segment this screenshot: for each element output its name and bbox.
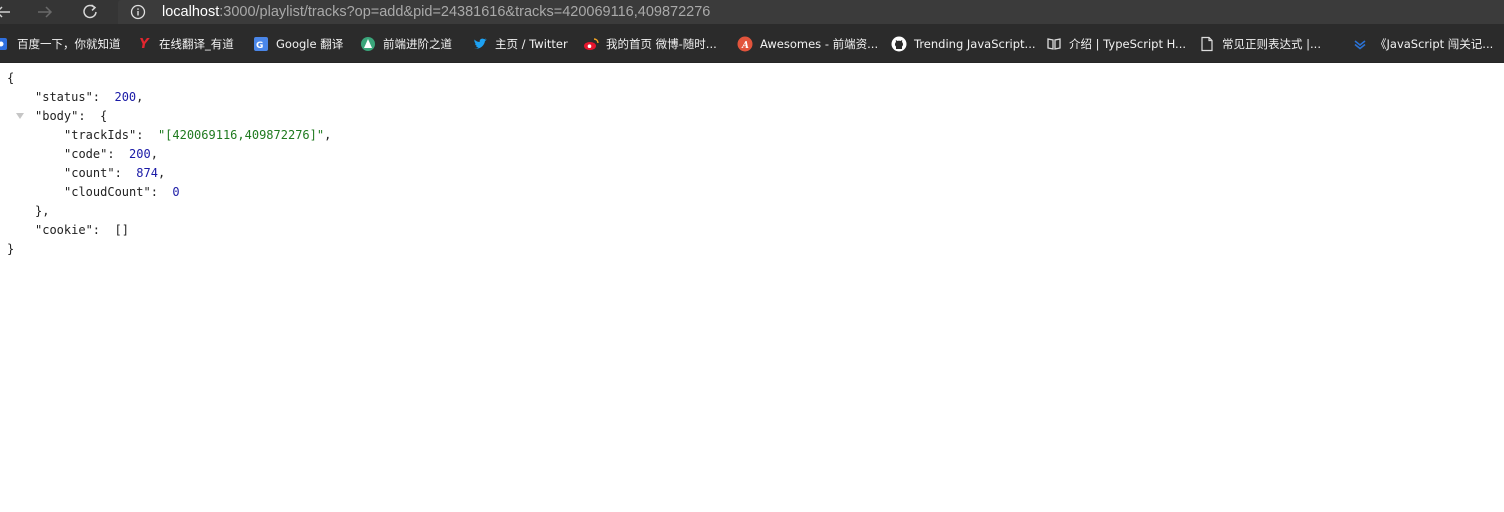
- json-count-line: "count": 874,: [64, 164, 165, 183]
- json-cloudcount-line: "cloudCount": 0: [64, 183, 180, 202]
- json-trackids-line: "trackIds": "[420069116,409872276]",: [64, 126, 331, 145]
- bookmark-baidu[interactable]: 百度一下，你就知道: [0, 34, 121, 54]
- bookmark-weibo[interactable]: 我的首页 微博-随时...: [583, 34, 717, 54]
- bookmark-regex[interactable]: 常见正则表达式 |...: [1199, 34, 1321, 54]
- json-code-line: "code": 200,: [64, 145, 158, 164]
- json-array: []: [114, 223, 129, 237]
- json-key: "status":: [35, 90, 101, 104]
- bookmark-label: 百度一下，你就知道: [17, 37, 121, 51]
- json-body-line: "body": {: [35, 107, 107, 126]
- address-bar[interactable]: localhost:3000/playlist/tracks?op=add&pi…: [118, 0, 1504, 24]
- arrow-right-icon: [38, 6, 53, 18]
- arrow-left-icon: [0, 6, 10, 18]
- browser-toolbar: localhost:3000/playlist/tracks?op=add&pi…: [0, 0, 1504, 24]
- json-key: "cloudCount":: [64, 185, 158, 199]
- github-icon: [891, 36, 907, 52]
- bookmark-google-translate[interactable]: G Google 翻译: [253, 34, 343, 54]
- info-icon[interactable]: [130, 4, 146, 20]
- bookmark-label: 《JavaScript 闯关记...: [1375, 37, 1494, 51]
- bookmark-label: Trending JavaScript...: [914, 37, 1036, 51]
- bookmark-label: Google 翻译: [276, 37, 344, 51]
- twitter-icon: [472, 36, 488, 52]
- json-comma: ,: [324, 128, 332, 142]
- bookmark-label: 前端进阶之道: [383, 37, 452, 51]
- bookmark-typescript-handbook[interactable]: 介绍 | TypeScript H...: [1046, 34, 1186, 54]
- svg-text:A: A: [741, 41, 749, 51]
- bookmark-label: 主页 / Twitter: [495, 37, 568, 51]
- json-key: "code":: [64, 147, 115, 161]
- bookmark-awesomes[interactable]: A Awesomes - 前端资...: [737, 34, 878, 54]
- json-number: 200: [114, 90, 137, 104]
- json-string: "[420069116,409872276]": [157, 128, 325, 142]
- forward-button[interactable]: [30, 0, 60, 24]
- bookmark-label: Awesomes - 前端资...: [760, 37, 879, 51]
- json-body-close: },: [35, 204, 50, 218]
- youdao-icon: Y: [139, 36, 149, 52]
- svg-text:G: G: [256, 41, 263, 51]
- bookmark-label: 我的首页 微博-随时...: [606, 37, 717, 51]
- json-close-brace: }: [7, 242, 15, 256]
- json-number: 0: [172, 185, 180, 199]
- google-translate-icon: G: [253, 36, 269, 52]
- frontend-icon: [360, 36, 376, 52]
- bookmark-label: 常见正则表达式 |...: [1222, 37, 1321, 51]
- json-number: 874: [136, 166, 158, 180]
- json-open-brace: {: [7, 71, 15, 85]
- bookmarks-bar: 百度一下，你就知道 Y 在线翻译_有道 G Google 翻译 前端进阶之道 主…: [0, 24, 1504, 63]
- bookmark-label: 在线翻译_有道: [159, 37, 234, 51]
- json-viewer: { "status": 200, "body": { "trackIds": "…: [0, 63, 1504, 512]
- bookmark-label: 介绍 | TypeScript H...: [1069, 37, 1187, 51]
- bookmark-twitter[interactable]: 主页 / Twitter: [472, 34, 568, 54]
- url-text[interactable]: localhost:3000/playlist/tracks?op=add&pi…: [162, 0, 710, 24]
- back-button[interactable]: [0, 0, 18, 24]
- baidu-icon: [0, 36, 10, 52]
- json-comma: ,: [157, 166, 166, 180]
- layers-icon: [1352, 36, 1368, 52]
- awesomes-icon: A: [737, 36, 753, 52]
- json-cookie-line: "cookie": []: [35, 221, 129, 240]
- bookmark-javascript-guide[interactable]: 《JavaScript 闯关记...: [1352, 34, 1493, 54]
- json-comma: ,: [136, 90, 144, 104]
- json-key: "count":: [64, 166, 122, 180]
- json-status-line: "status": 200,: [35, 88, 143, 107]
- refresh-button[interactable]: [75, 0, 105, 24]
- json-key: "trackIds":: [64, 128, 144, 142]
- bookmark-frontend[interactable]: 前端进阶之道: [360, 34, 452, 54]
- json-comma: ,: [150, 147, 158, 161]
- bookmark-youdao[interactable]: Y 在线翻译_有道: [136, 34, 234, 54]
- refresh-icon: [83, 4, 97, 19]
- json-key: "body":: [35, 109, 86, 123]
- typescript-book-icon: [1046, 36, 1062, 52]
- json-key: "cookie":: [35, 223, 101, 237]
- url-host: localhost: [162, 4, 220, 20]
- bookmark-github-trending[interactable]: Trending JavaScript...: [891, 34, 1036, 54]
- page-icon: [1199, 36, 1215, 52]
- collapse-triangle-icon[interactable]: [15, 111, 25, 121]
- weibo-icon: [583, 36, 599, 52]
- url-path: :3000/playlist/tracks?op=add&pid=2438161…: [219, 4, 711, 20]
- json-brace: {: [100, 109, 108, 123]
- json-number: 200: [129, 147, 151, 161]
